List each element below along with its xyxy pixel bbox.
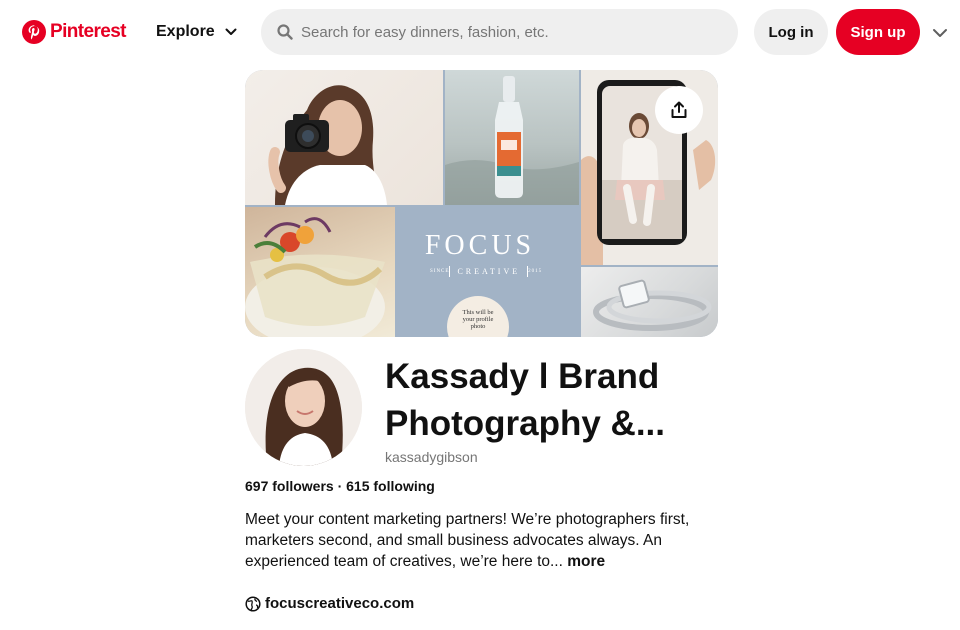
profile-follow-stats[interactable]: 697 followers · 615 following — [245, 478, 435, 494]
cover-food-photo — [245, 207, 395, 337]
cover-photographer-photo — [245, 70, 443, 205]
profile-avatar — [245, 349, 362, 466]
login-button[interactable]: Log in — [754, 9, 828, 55]
search-bar[interactable] — [261, 9, 738, 55]
brand-name: Pinterest — [50, 21, 127, 42]
share-button[interactable] — [655, 86, 703, 134]
profile-bio-text: Meet your content marketing partners! We… — [245, 511, 690, 570]
globe-icon — [245, 595, 261, 612]
cover-ring-photo — [581, 267, 718, 337]
profile-cover-image: FOCUS SINCE CREATIVE 2015 This will be y… — [245, 70, 718, 337]
signup-button[interactable]: Sign up — [836, 9, 920, 55]
pinterest-logo-icon — [22, 20, 46, 44]
more-options-chevron-icon[interactable] — [932, 26, 948, 40]
top-nav: Pinterest Explore Log in Sign up — [0, 0, 960, 66]
cover-focus-subtitle-row: SINCE CREATIVE 2015 — [430, 266, 541, 277]
share-icon — [671, 101, 687, 118]
cover-phone-photo — [581, 70, 718, 265]
cover-bottle-photo — [445, 70, 579, 205]
cover-since-left: SINCE — [430, 269, 450, 274]
cover-since-right: 2015 — [528, 269, 543, 274]
profile-bio: Meet your content marketing partners! We… — [245, 509, 715, 572]
profile-name: Kassady l Brand Photography &... — [385, 357, 665, 443]
profile-username: kassadygibson — [385, 449, 478, 465]
cover-focus-subtitle: CREATIVE — [449, 266, 529, 277]
explore-label: Explore — [156, 23, 215, 40]
chevron-down-icon — [225, 28, 237, 35]
cover-profile-placeholder: This will be your profile photo — [447, 296, 509, 337]
cover-focus-title: FOCUS — [424, 230, 536, 261]
bio-more-link[interactable]: more — [563, 553, 605, 570]
search-input[interactable] — [301, 23, 721, 41]
profile-website-link[interactable]: focuscreativeco.com — [245, 595, 414, 612]
explore-menu[interactable]: Explore — [156, 23, 237, 41]
pinterest-logo[interactable]: Pinterest — [22, 20, 127, 44]
website-url: focuscreativeco.com — [265, 595, 415, 612]
cover-profile-placeholder-text: This will be your profile photo — [462, 309, 494, 330]
search-icon — [277, 24, 293, 40]
